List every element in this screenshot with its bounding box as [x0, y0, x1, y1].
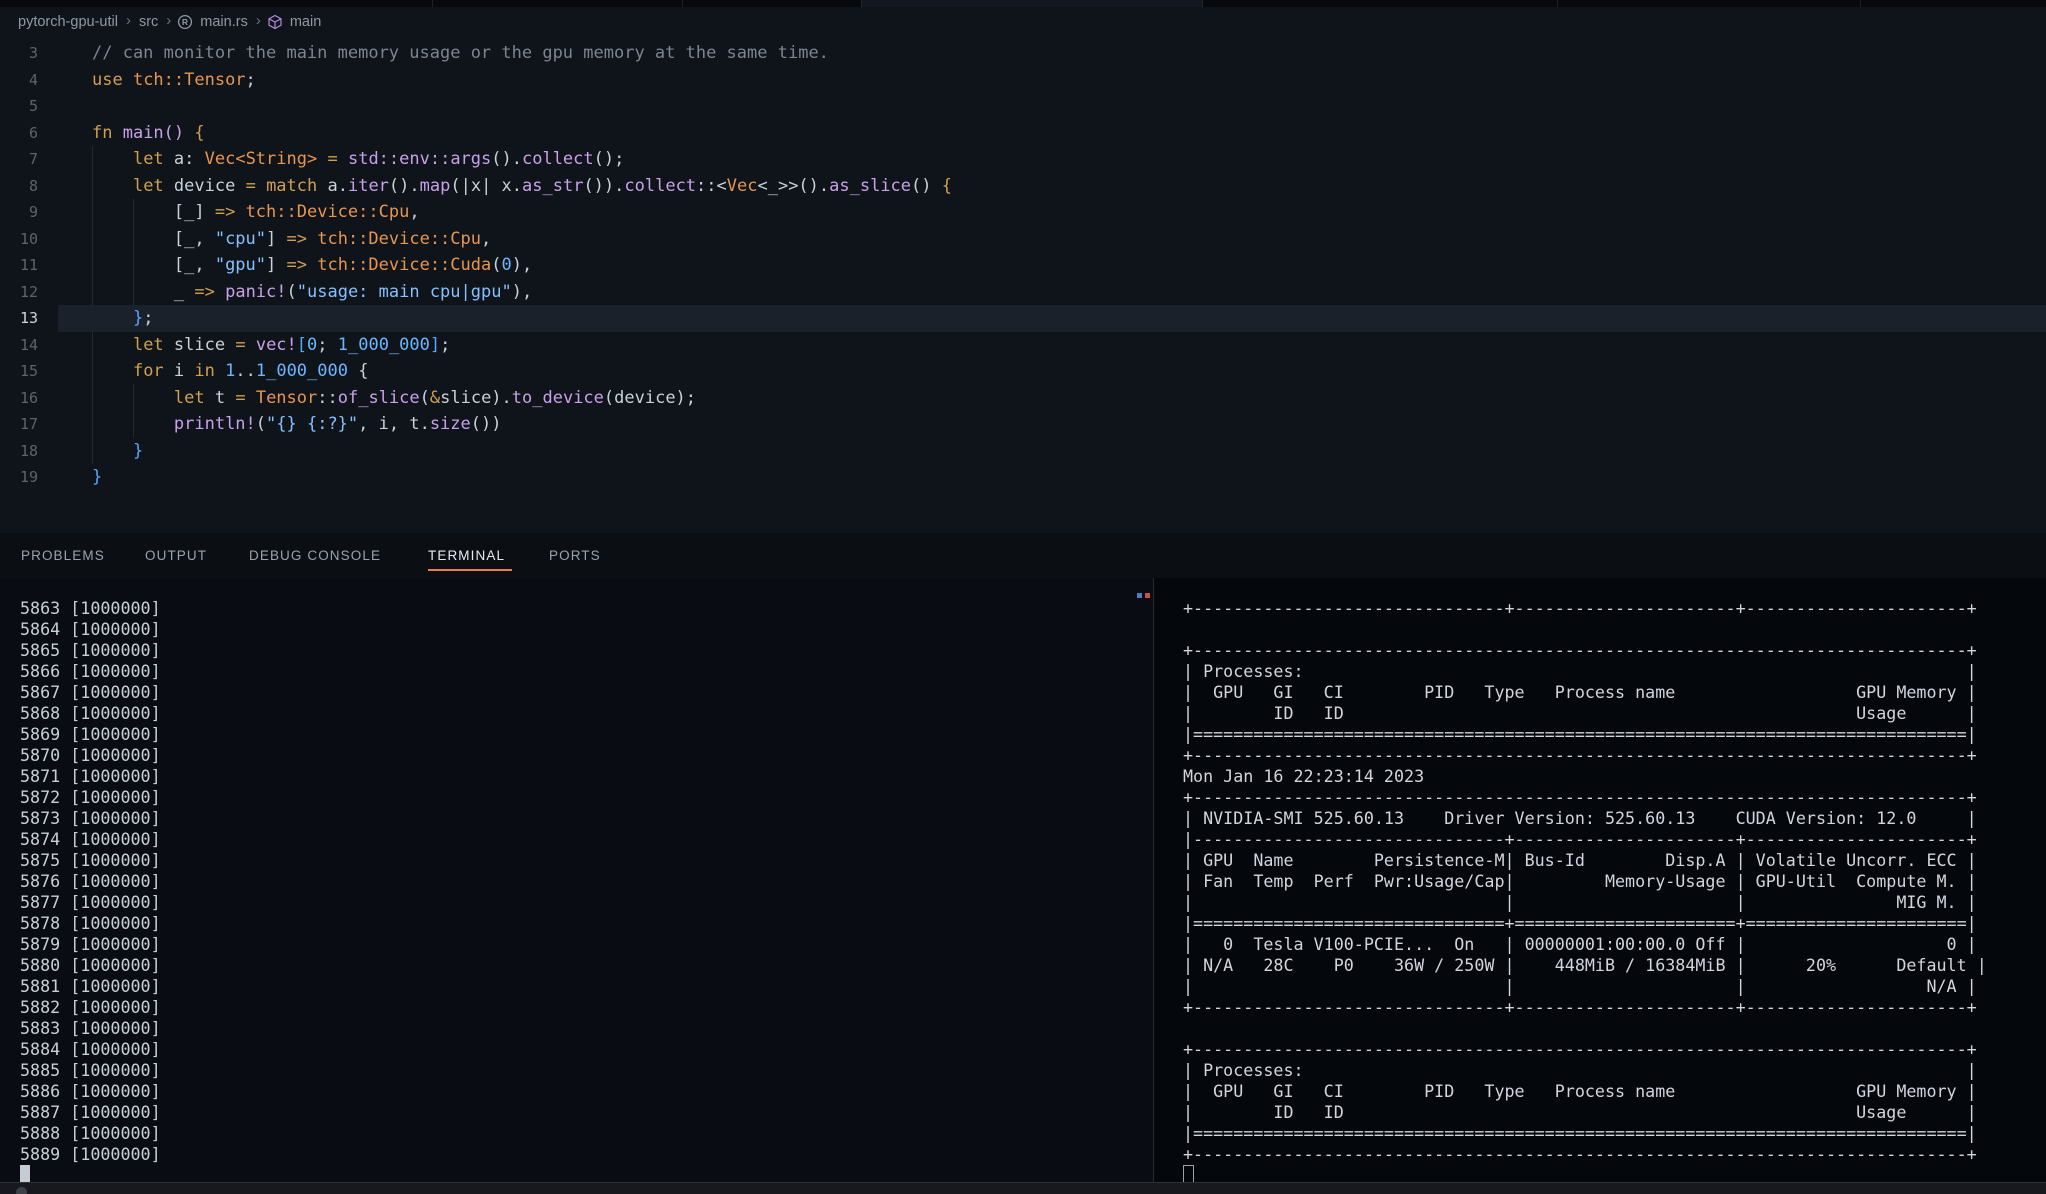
code-text: _ => panic!("usage: main cpu|gpu"), [92, 281, 533, 302]
tab-debug-console[interactable]: DEBUG CONSOLE [249, 533, 381, 578]
code-editor[interactable]: 3 // can monitor the main memory usage or… [0, 36, 2046, 533]
code-line[interactable]: 13 }; [0, 305, 2046, 332]
code-line[interactable]: 3 // can monitor the main memory usage or… [0, 40, 2046, 67]
terminal-indicator-red-dot [1145, 593, 1150, 598]
terminal-output-right: +-------------------------------+-------… [1183, 598, 1987, 1164]
code-line[interactable]: 5 [0, 93, 2046, 120]
code-text: let a: Vec<String> = std::env::args().co… [132, 149, 625, 169]
code-text: } [132, 440, 144, 461]
code-line[interactable]: 18 } [0, 438, 2046, 465]
line-number: 19 [19, 468, 38, 486]
code-line[interactable]: 17 println!("{} {:?}", i, t.size()) [0, 411, 2046, 438]
line-number: 14 [19, 335, 38, 354]
active-editor-tab-fragment [861, 0, 1202, 7]
chevron-right-icon: › [125, 12, 131, 29]
line-number: 7 [28, 150, 38, 168]
code-text: [_] => tch::Device::Cpu, [92, 202, 420, 222]
code-line[interactable]: 12 _ => panic!("usage: main cpu|gpu"), [0, 279, 2046, 306]
breadcrumb-item-folder[interactable]: pytorch-gpu-util [16, 14, 120, 30]
line-number: 8 [28, 176, 38, 195]
tab-separator [432, 0, 433, 7]
code-text: [_, "gpu"] => tch::Device::Cuda(0), [92, 255, 533, 275]
code-text: for i in 1..1_000_000 { [132, 361, 369, 381]
tab-separator [1202, 0, 1203, 7]
terminal-panel: 5863 [1000000] 5864 [1000000] 5865 [1000… [0, 578, 2046, 1185]
code-text: [_, "cpu"] => tch::Device::Cpu, [92, 228, 492, 249]
window-bottom-bar [0, 1182, 2046, 1194]
terminal-indicator-blue-dot [1137, 593, 1142, 598]
code-text: fn main() { [92, 122, 205, 143]
breadcrumb-label: pytorch-gpu-util [18, 13, 118, 30]
code-line[interactable]: 11 [_, "gpu"] => tch::Device::Cuda(0), [0, 252, 2046, 279]
line-number: 17 [19, 415, 38, 433]
tab-separator [1860, 0, 1861, 7]
code-line[interactable]: 6 fn main() { [0, 120, 2046, 147]
tab-ports[interactable]: PORTS [549, 533, 601, 578]
line-number: 4 [28, 70, 38, 89]
line-number: 6 [28, 123, 38, 142]
code-text: use tch::Tensor; [92, 69, 256, 90]
editor-tab-strip[interactable] [0, 0, 2046, 7]
breadcrumb-item-file[interactable]: R main.rs [177, 14, 250, 30]
tab-separator [682, 0, 683, 7]
breadcrumb-label: main [289, 13, 322, 30]
breadcrumb-label: main.rs [200, 13, 248, 30]
symbol-cube-icon [268, 14, 282, 29]
terminal-pane-right[interactable]: +-------------------------------+-------… [1154, 578, 2046, 1185]
terminal-pane-left[interactable]: 5863 [1000000] 5864 [1000000] 5865 [1000… [0, 578, 1153, 1184]
code-text: }; [132, 308, 154, 328]
line-number: 13 [19, 309, 38, 327]
line-number: 16 [19, 388, 38, 407]
code-line[interactable]: 16 let t = Tensor::of_slice(&slice).to_d… [0, 385, 2046, 412]
breadcrumb-item-symbol[interactable]: main [267, 14, 323, 30]
code-text: println!("{} {:?}", i, t.size()) [173, 414, 502, 434]
status-dot [16, 1187, 27, 1194]
code-line[interactable]: 19} [0, 464, 2046, 491]
svg-text:R: R [182, 17, 188, 27]
line-number: 10 [19, 229, 38, 248]
code-line[interactable]: 15 for i in 1..1_000_000 { [0, 358, 2046, 385]
code-line[interactable]: 7 let a: Vec<String> = std::env::args().… [0, 146, 2046, 173]
code-text: // can monitor the main memory usage or … [92, 43, 829, 63]
line-number: 5 [28, 97, 38, 115]
tab-separator [1557, 0, 1558, 7]
code-line[interactable]: 8 let device = match a.iter().map(|x| x.… [0, 173, 2046, 200]
tab-terminal[interactable]: TERMINAL [428, 533, 505, 578]
line-number: 18 [19, 441, 38, 460]
terminal-output-left: 5863 [1000000] 5864 [1000000] 5865 [1000… [20, 598, 161, 1164]
code-text: let t = Tensor::of_slice(&slice).to_devi… [173, 387, 697, 408]
code-lines: 3 // can monitor the main memory usage or… [0, 40, 2046, 491]
active-tab-underline [428, 569, 512, 571]
vscode-window: pytorch-gpu-util › src › R main.rs › mai… [0, 0, 2046, 1194]
code-line[interactable]: 14 let slice = vec![0; 1_000_000]; [0, 332, 2046, 359]
code-text: let slice = vec![0; 1_000_000]; [132, 334, 451, 355]
chevron-right-icon: › [255, 12, 261, 29]
tab-problems[interactable]: PROBLEMS [21, 533, 105, 578]
chevron-right-icon: › [166, 12, 172, 29]
tab-separator [861, 0, 862, 7]
line-number: 3 [28, 44, 38, 62]
code-text: let device = match a.iter().map(|x| x.as… [132, 175, 952, 196]
line-number: 11 [19, 256, 38, 274]
line-number: 15 [19, 362, 38, 380]
code-line[interactable]: 10 [_, "cpu"] => tch::Device::Cpu, [0, 226, 2046, 253]
code-text: } [92, 467, 103, 487]
panel-tab-bar: PROBLEMS OUTPUT DEBUG CONSOLE TERMINAL P… [0, 533, 2046, 578]
rust-file-icon: R [178, 14, 193, 29]
breadcrumb-label: src [138, 13, 159, 30]
line-number: 12 [19, 282, 38, 301]
tab-output[interactable]: OUTPUT [145, 533, 207, 578]
breadcrumb-item-src[interactable]: src [137, 14, 160, 30]
code-line[interactable]: 9 [_] => tch::Device::Cpu, [0, 199, 2046, 226]
code-line[interactable]: 4 use tch::Tensor; [0, 67, 2046, 94]
line-number: 9 [28, 203, 38, 221]
breadcrumb: pytorch-gpu-util › src › R main.rs › mai… [0, 7, 2046, 36]
